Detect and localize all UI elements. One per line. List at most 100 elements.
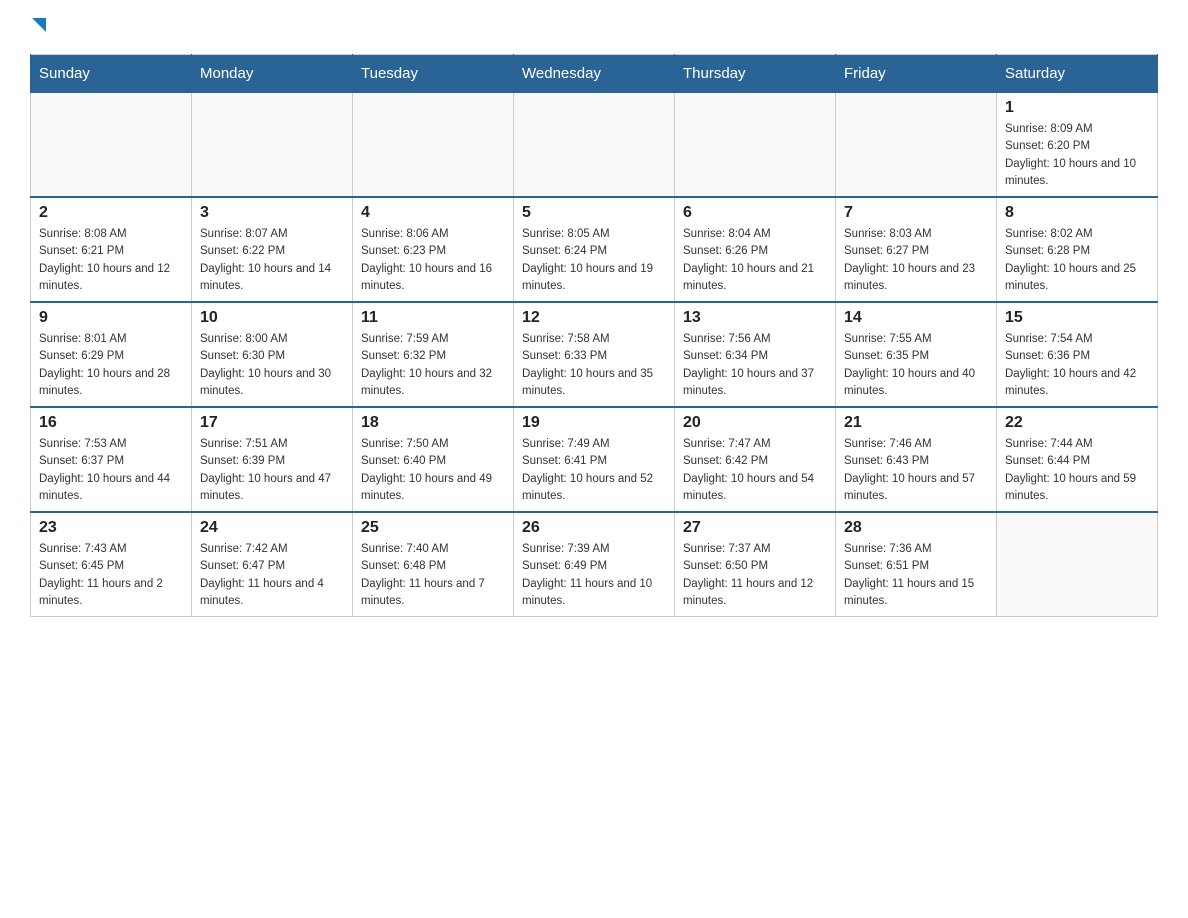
calendar-cell: 6 Sunrise: 8:04 AM Sunset: 6:26 PM Daylig…: [675, 197, 836, 302]
day-info: Sunrise: 7:42 AM Sunset: 6:47 PM Dayligh…: [200, 541, 344, 610]
day-number: 6: [683, 204, 827, 222]
day-info: Sunrise: 7:54 AM Sunset: 6:36 PM Dayligh…: [1005, 331, 1149, 400]
day-number: 18: [361, 414, 505, 432]
calendar-cell: 3 Sunrise: 8:07 AM Sunset: 6:22 PM Daylig…: [192, 197, 353, 302]
day-number: 22: [1005, 414, 1149, 432]
day-info: Sunrise: 8:09 AM Sunset: 6:20 PM Dayligh…: [1005, 121, 1149, 190]
day-number: 26: [522, 519, 666, 537]
day-of-week-header: Monday: [192, 55, 353, 93]
day-info: Sunrise: 8:02 AM Sunset: 6:28 PM Dayligh…: [1005, 226, 1149, 295]
day-of-week-header: Friday: [836, 55, 997, 93]
day-number: 19: [522, 414, 666, 432]
calendar-cell: 10 Sunrise: 8:00 AM Sunset: 6:30 PM Dayli…: [192, 302, 353, 407]
day-info: Sunrise: 7:39 AM Sunset: 6:49 PM Dayligh…: [522, 541, 666, 610]
calendar-cell: [31, 93, 192, 198]
day-of-week-header: Wednesday: [514, 55, 675, 93]
day-number: 27: [683, 519, 827, 537]
calendar-cell: 25 Sunrise: 7:40 AM Sunset: 6:48 PM Dayli…: [353, 512, 514, 617]
day-number: 10: [200, 309, 344, 327]
day-info: Sunrise: 7:59 AM Sunset: 6:32 PM Dayligh…: [361, 331, 505, 400]
calendar-cell: 1 Sunrise: 8:09 AM Sunset: 6:20 PM Daylig…: [997, 93, 1158, 198]
day-number: 8: [1005, 204, 1149, 222]
calendar-cell: 16 Sunrise: 7:53 AM Sunset: 6:37 PM Dayli…: [31, 407, 192, 512]
calendar-cell: 14 Sunrise: 7:55 AM Sunset: 6:35 PM Dayli…: [836, 302, 997, 407]
calendar-cell: 12 Sunrise: 7:58 AM Sunset: 6:33 PM Dayli…: [514, 302, 675, 407]
day-info: Sunrise: 7:36 AM Sunset: 6:51 PM Dayligh…: [844, 541, 988, 610]
day-info: Sunrise: 7:43 AM Sunset: 6:45 PM Dayligh…: [39, 541, 183, 610]
calendar-cell: [997, 512, 1158, 617]
day-info: Sunrise: 8:05 AM Sunset: 6:24 PM Dayligh…: [522, 226, 666, 295]
calendar-cell: 18 Sunrise: 7:50 AM Sunset: 6:40 PM Dayli…: [353, 407, 514, 512]
calendar-cell: 8 Sunrise: 8:02 AM Sunset: 6:28 PM Daylig…: [997, 197, 1158, 302]
calendar-cell: 17Sunrise: 7:51 AM Sunset: 6:39 PM Dayli…: [192, 407, 353, 512]
calendar-cell: 2 Sunrise: 8:08 AM Sunset: 6:21 PM Daylig…: [31, 197, 192, 302]
calendar-week-row: 2 Sunrise: 8:08 AM Sunset: 6:21 PM Daylig…: [31, 197, 1158, 302]
day-info: Sunrise: 8:08 AM Sunset: 6:21 PM Dayligh…: [39, 226, 183, 295]
day-of-week-header: Tuesday: [353, 55, 514, 93]
calendar-week-row: 1 Sunrise: 8:09 AM Sunset: 6:20 PM Daylig…: [31, 93, 1158, 198]
day-info: Sunrise: 7:46 AM Sunset: 6:43 PM Dayligh…: [844, 436, 988, 505]
day-number: 4: [361, 204, 505, 222]
calendar-cell: 13 Sunrise: 7:56 AM Sunset: 6:34 PM Dayli…: [675, 302, 836, 407]
day-number: 5: [522, 204, 666, 222]
calendar-cell: 27 Sunrise: 7:37 AM Sunset: 6:50 PM Dayli…: [675, 512, 836, 617]
day-info: Sunrise: 8:00 AM Sunset: 6:30 PM Dayligh…: [200, 331, 344, 400]
day-info: Sunrise: 7:53 AM Sunset: 6:37 PM Dayligh…: [39, 436, 183, 505]
day-number: 16: [39, 414, 183, 432]
calendar-cell: 22 Sunrise: 7:44 AM Sunset: 6:44 PM Dayli…: [997, 407, 1158, 512]
day-info: Sunrise: 8:03 AM Sunset: 6:27 PM Dayligh…: [844, 226, 988, 295]
day-number: 21: [844, 414, 988, 432]
calendar-cell: 28Sunrise: 7:36 AM Sunset: 6:51 PM Dayli…: [836, 512, 997, 617]
calendar-cell: 23 Sunrise: 7:43 AM Sunset: 6:45 PM Dayli…: [31, 512, 192, 617]
calendar-cell: 9 Sunrise: 8:01 AM Sunset: 6:29 PM Daylig…: [31, 302, 192, 407]
logo: [30, 20, 46, 34]
calendar-cell: 24 Sunrise: 7:42 AM Sunset: 6:47 PM Dayli…: [192, 512, 353, 617]
day-of-week-header: Sunday: [31, 55, 192, 93]
calendar-cell: 7 Sunrise: 8:03 AM Sunset: 6:27 PM Daylig…: [836, 197, 997, 302]
day-number: 11: [361, 309, 505, 327]
day-info: Sunrise: 7:44 AM Sunset: 6:44 PM Dayligh…: [1005, 436, 1149, 505]
calendar-cell: [192, 93, 353, 198]
day-info: Sunrise: 7:50 AM Sunset: 6:40 PM Dayligh…: [361, 436, 505, 505]
day-info: Sunrise: 7:37 AM Sunset: 6:50 PM Dayligh…: [683, 541, 827, 610]
page-header: [30, 20, 1158, 34]
day-info: Sunrise: 7:51 AM Sunset: 6:39 PM Dayligh…: [200, 436, 344, 505]
calendar-table: SundayMondayTuesdayWednesdayThursdayFrid…: [30, 54, 1158, 617]
calendar-header-row: SundayMondayTuesdayWednesdayThursdayFrid…: [31, 55, 1158, 93]
day-number: 3: [200, 204, 344, 222]
day-number: 20: [683, 414, 827, 432]
day-number: 7: [844, 204, 988, 222]
calendar-cell: [675, 93, 836, 198]
calendar-cell: [836, 93, 997, 198]
day-number: 2: [39, 204, 183, 222]
day-number: 15: [1005, 309, 1149, 327]
day-number: 14: [844, 309, 988, 327]
calendar-cell: 4 Sunrise: 8:06 AM Sunset: 6:23 PM Daylig…: [353, 197, 514, 302]
calendar-cell: 21 Sunrise: 7:46 AM Sunset: 6:43 PM Dayli…: [836, 407, 997, 512]
day-number: 24: [200, 519, 344, 537]
day-info: Sunrise: 7:40 AM Sunset: 6:48 PM Dayligh…: [361, 541, 505, 610]
day-info: Sunrise: 7:49 AM Sunset: 6:41 PM Dayligh…: [522, 436, 666, 505]
day-info: Sunrise: 8:06 AM Sunset: 6:23 PM Dayligh…: [361, 226, 505, 295]
day-info: Sunrise: 8:04 AM Sunset: 6:26 PM Dayligh…: [683, 226, 827, 295]
calendar-cell: 20Sunrise: 7:47 AM Sunset: 6:42 PM Dayli…: [675, 407, 836, 512]
day-number: 9: [39, 309, 183, 327]
day-info: Sunrise: 8:07 AM Sunset: 6:22 PM Dayligh…: [200, 226, 344, 295]
calendar-cell: [353, 93, 514, 198]
day-number: 12: [522, 309, 666, 327]
calendar-week-row: 9 Sunrise: 8:01 AM Sunset: 6:29 PM Daylig…: [31, 302, 1158, 407]
calendar-cell: 19 Sunrise: 7:49 AM Sunset: 6:41 PM Dayli…: [514, 407, 675, 512]
calendar-cell: 5 Sunrise: 8:05 AM Sunset: 6:24 PM Daylig…: [514, 197, 675, 302]
day-info: Sunrise: 7:55 AM Sunset: 6:35 PM Dayligh…: [844, 331, 988, 400]
day-info: Sunrise: 8:01 AM Sunset: 6:29 PM Dayligh…: [39, 331, 183, 400]
day-number: 25: [361, 519, 505, 537]
day-number: 23: [39, 519, 183, 537]
day-of-week-header: Saturday: [997, 55, 1158, 93]
calendar-cell: 26 Sunrise: 7:39 AM Sunset: 6:49 PM Dayli…: [514, 512, 675, 617]
day-number: 1: [1005, 99, 1149, 117]
day-of-week-header: Thursday: [675, 55, 836, 93]
day-info: Sunrise: 7:56 AM Sunset: 6:34 PM Dayligh…: [683, 331, 827, 400]
day-number: 13: [683, 309, 827, 327]
day-info: Sunrise: 7:58 AM Sunset: 6:33 PM Dayligh…: [522, 331, 666, 400]
calendar-cell: 11 Sunrise: 7:59 AM Sunset: 6:32 PM Dayli…: [353, 302, 514, 407]
